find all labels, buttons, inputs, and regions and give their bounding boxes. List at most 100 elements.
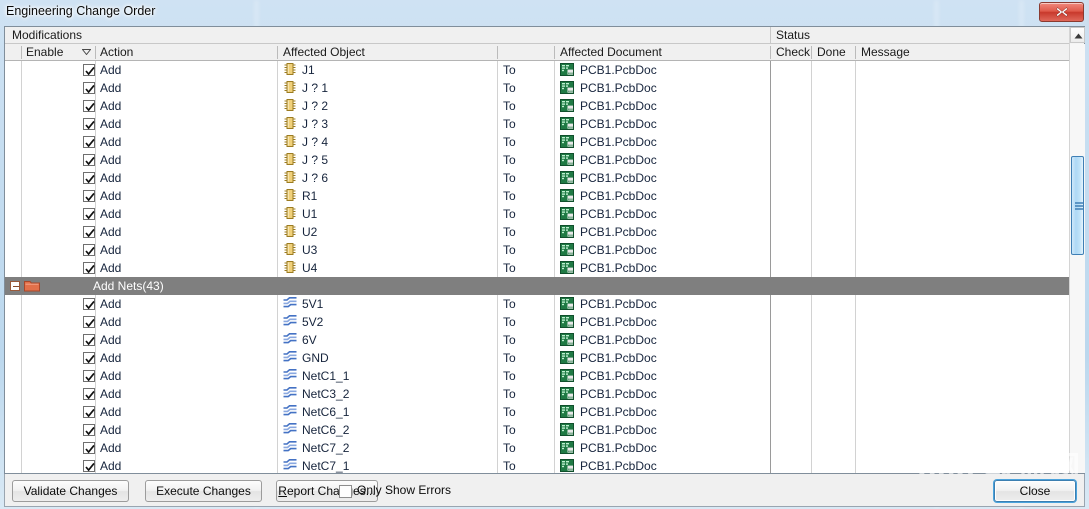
pcb-document-icon <box>560 117 574 130</box>
cell-affected-object: NetC1_1 <box>302 369 350 383</box>
column-header-message[interactable]: Message <box>861 45 910 59</box>
validate-changes-button[interactable]: Validate Changes <box>12 480 129 502</box>
cell-to: To <box>503 207 516 221</box>
checkmark-icon <box>85 120 95 130</box>
column-header-affected-document[interactable]: Affected Document <box>560 45 662 59</box>
component-icon <box>284 261 296 273</box>
enable-checkbox[interactable] <box>83 460 95 472</box>
column-header-action[interactable]: Action <box>100 45 133 59</box>
cell-action: Add <box>100 459 122 473</box>
enable-checkbox[interactable] <box>83 334 95 346</box>
cell-affected-document: PCB1.PcbDoc <box>580 207 657 221</box>
table-row[interactable]: Add 5V1 To PCB1.PcbDoc <box>5 295 1071 313</box>
enable-checkbox[interactable] <box>83 100 95 112</box>
cell-affected-object: 5V1 <box>302 297 324 311</box>
enable-checkbox[interactable] <box>83 262 95 274</box>
table-row[interactable]: Add J1 To PCB1.PcbDoc <box>5 61 1071 79</box>
column-divider <box>811 46 812 59</box>
table-row[interactable]: Add U4 To PCB1.PcbDoc <box>5 259 1071 277</box>
cell-action: Add <box>100 153 122 167</box>
enable-checkbox[interactable] <box>83 352 95 364</box>
table-row[interactable]: Add J ? 5 To PCB1.PcbDoc <box>5 151 1071 169</box>
table-row[interactable]: Add J ? 4 To PCB1.PcbDoc <box>5 133 1071 151</box>
column-header-affected-object[interactable]: Affected Object <box>283 45 365 59</box>
table-row[interactable]: Add U2 To PCB1.PcbDoc <box>5 223 1071 241</box>
cell-to: To <box>503 405 516 419</box>
column-header-check[interactable]: Check <box>776 45 810 59</box>
cell-affected-document: PCB1.PcbDoc <box>580 387 657 401</box>
enable-checkbox[interactable] <box>83 298 95 310</box>
checkmark-icon <box>85 156 95 166</box>
checkmark-icon <box>85 426 95 436</box>
table-row[interactable]: Add J ? 2 To PCB1.PcbDoc <box>5 97 1071 115</box>
cell-affected-object: NetC3_2 <box>302 387 350 401</box>
close-button[interactable]: Close <box>994 480 1076 502</box>
table-row[interactable]: Add 6V To PCB1.PcbDoc <box>5 331 1071 349</box>
pcb-document-icon <box>560 369 574 382</box>
checkmark-icon <box>85 318 95 328</box>
cell-affected-object: 5V2 <box>302 315 324 329</box>
pcb-document-icon <box>560 171 574 184</box>
enable-checkbox[interactable] <box>83 82 95 94</box>
scrollbar-track[interactable] <box>1070 44 1085 473</box>
table-row[interactable]: Add U3 To PCB1.PcbDoc <box>5 241 1071 259</box>
enable-checkbox[interactable] <box>83 118 95 130</box>
column-header-enable[interactable]: Enable <box>26 45 63 59</box>
affected-object-icon <box>283 369 297 383</box>
enable-checkbox[interactable] <box>83 154 95 166</box>
table-row[interactable]: Add NetC7_1 To PCB1.PcbDoc <box>5 457 1071 473</box>
vertical-scrollbar[interactable] <box>1069 27 1085 473</box>
cell-action: Add <box>100 387 122 401</box>
pcb-document-icon <box>560 387 574 400</box>
enable-checkbox[interactable] <box>83 190 95 202</box>
checkmark-icon <box>85 354 95 364</box>
enable-checkbox[interactable] <box>83 406 95 418</box>
affected-object-icon <box>283 297 297 311</box>
table-row[interactable]: Add NetC3_2 To PCB1.PcbDoc <box>5 385 1071 403</box>
table-row[interactable]: Add NetC1_1 To PCB1.PcbDoc <box>5 367 1071 385</box>
table-row[interactable]: Add GND To PCB1.PcbDoc <box>5 349 1071 367</box>
enable-checkbox[interactable] <box>83 424 95 436</box>
cell-affected-object: NetC6_1 <box>302 405 350 419</box>
scroll-up-button[interactable] <box>1070 27 1085 43</box>
enable-checkbox[interactable] <box>83 136 95 148</box>
cell-to: To <box>503 189 516 203</box>
table-row[interactable]: Add NetC6_2 To PCB1.PcbDoc <box>5 421 1071 439</box>
enable-checkbox[interactable] <box>83 226 95 238</box>
table-row[interactable]: Add U1 To PCB1.PcbDoc <box>5 205 1071 223</box>
cell-affected-document: PCB1.PcbDoc <box>580 261 657 275</box>
table-row[interactable]: Add J ? 3 To PCB1.PcbDoc <box>5 115 1071 133</box>
cell-affected-document: PCB1.PcbDoc <box>580 297 657 311</box>
component-icon <box>284 153 296 165</box>
column-divider <box>277 46 278 59</box>
window-close-button[interactable] <box>1039 2 1084 22</box>
table-row[interactable]: Add R1 To PCB1.PcbDoc <box>5 187 1071 205</box>
table-row[interactable]: Add 5V2 To PCB1.PcbDoc <box>5 313 1071 331</box>
table-row[interactable]: Add J ? 6 To PCB1.PcbDoc <box>5 169 1071 187</box>
enable-checkbox[interactable] <box>83 370 95 382</box>
component-icon <box>284 189 296 201</box>
cell-affected-document: PCB1.PcbDoc <box>580 405 657 419</box>
column-header-done[interactable]: Done <box>817 45 846 59</box>
column-header-row: Enable Action Affected Object Affected D… <box>5 44 1084 61</box>
execute-changes-button[interactable]: Execute Changes <box>145 480 262 502</box>
enable-checkbox[interactable] <box>83 64 95 76</box>
table-row[interactable]: Add NetC6_1 To PCB1.PcbDoc <box>5 403 1071 421</box>
enable-checkbox[interactable] <box>83 172 95 184</box>
component-icon <box>284 117 296 129</box>
table-row[interactable]: Add NetC7_2 To PCB1.PcbDoc <box>5 439 1071 457</box>
enable-checkbox[interactable] <box>83 442 95 454</box>
enable-checkbox[interactable] <box>83 208 95 220</box>
band-divider <box>770 27 771 44</box>
eco-dialog: Engineering Change Order Modifications S… <box>0 0 1089 509</box>
enable-checkbox[interactable] <box>83 316 95 328</box>
scrollbar-thumb[interactable] <box>1071 156 1084 255</box>
only-show-errors-checkbox[interactable] <box>339 485 352 498</box>
enable-checkbox[interactable] <box>83 244 95 256</box>
group-band: Modifications Status <box>5 27 1084 44</box>
group-row[interactable]: Add Nets(43) <box>5 277 1071 295</box>
changes-list[interactable]: Add J1 To PCB1.PcbDoc Add J ? 1 To PCB1.… <box>5 61 1071 473</box>
table-row[interactable]: Add J ? 1 To PCB1.PcbDoc <box>5 79 1071 97</box>
group-expander[interactable] <box>10 281 20 291</box>
enable-checkbox[interactable] <box>83 388 95 400</box>
